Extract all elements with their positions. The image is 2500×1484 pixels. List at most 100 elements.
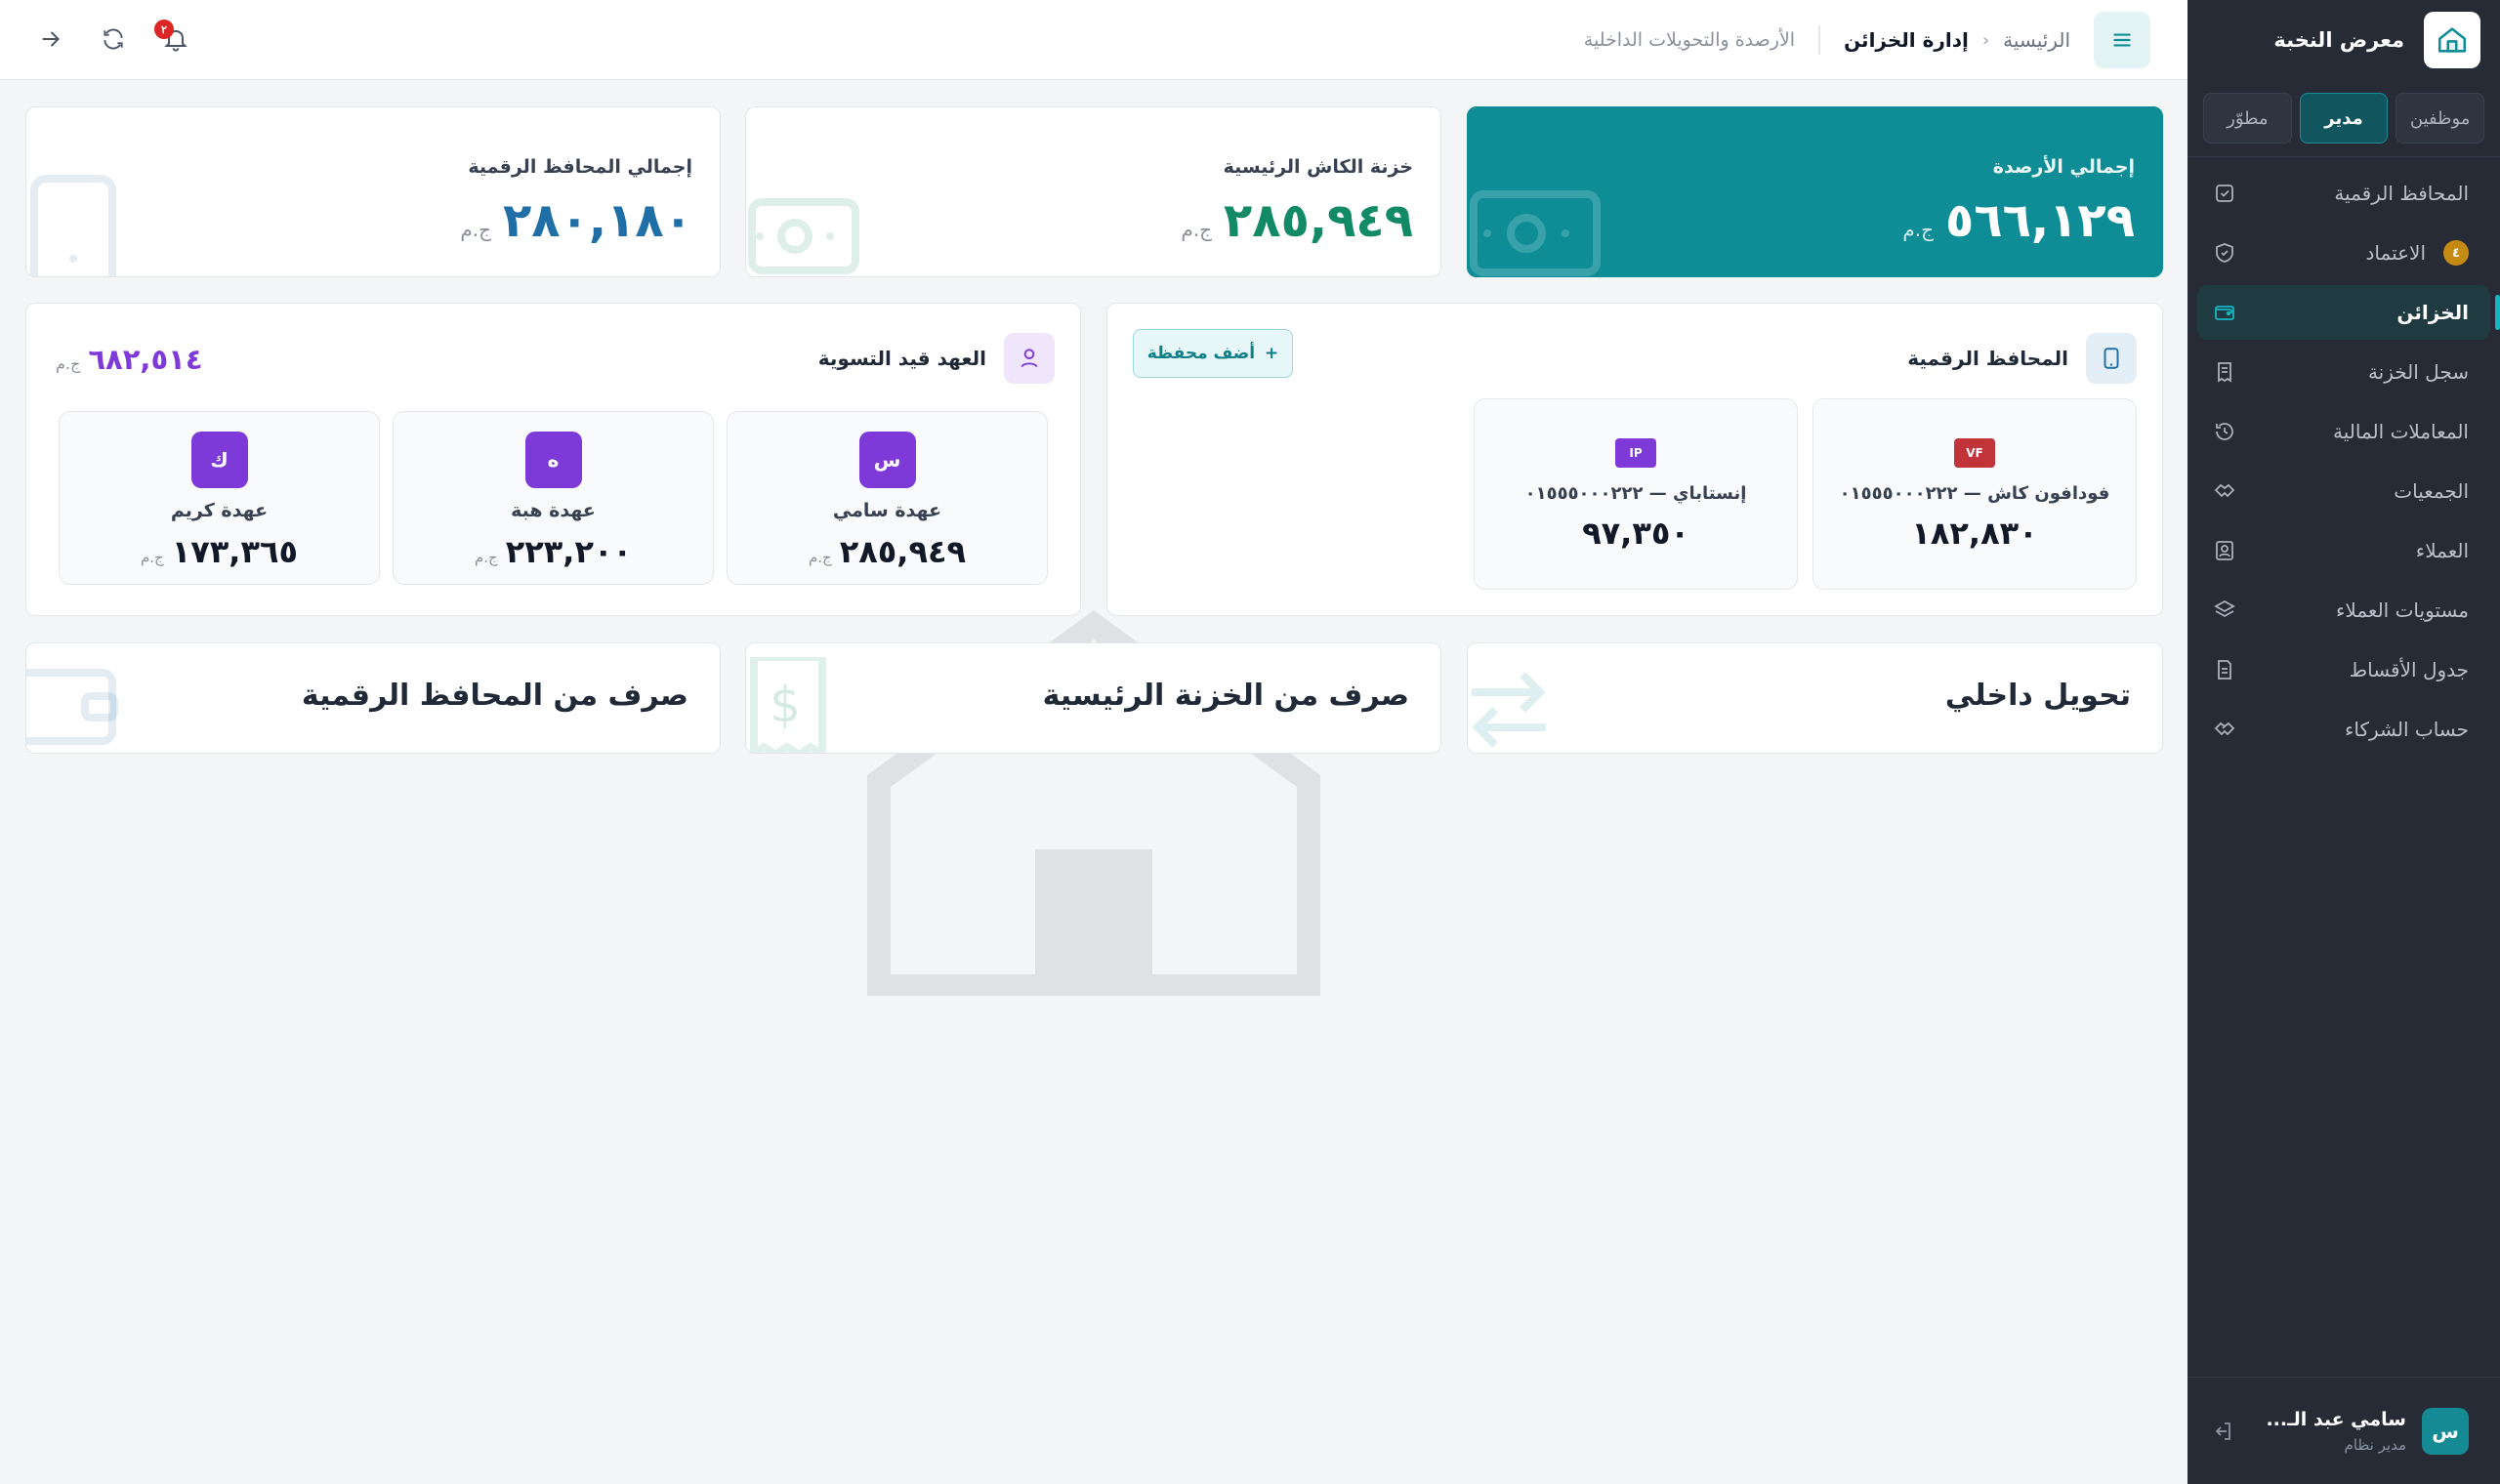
forward-button[interactable]: [29, 18, 72, 61]
sidebar-item-label: جدول الأقساط: [2349, 658, 2469, 681]
role-manager-button[interactable]: مدير: [2299, 93, 2389, 144]
page-subtitle: الأرصدة والتحويلات الداخلية: [1583, 29, 1796, 51]
user-name: سامي عبد الـ...: [2266, 1408, 2406, 1430]
sidebar-item-label: سجل الخزنة: [2367, 360, 2469, 384]
user-info: سامي عبد الـ... مدير نظام: [2250, 1409, 2406, 1454]
digital-wallets-panel: المحافظ الرقمية + أضف محفظة VF فودافون ك…: [1106, 303, 2163, 616]
sidebar-item-safes[interactable]: الخزائن: [2197, 285, 2500, 340]
internal-transfer-button[interactable]: تحويل داخلي: [1467, 642, 2163, 754]
custody-card-sami[interactable]: س عهدة سامي ٢٨٥,٩٤٩ ج.م: [727, 411, 1048, 585]
user-panel: س سامي عبد الـ... مدير نظام: [2188, 1377, 2500, 1484]
notifications-button[interactable]: ٢: [154, 18, 197, 61]
breadcrumb-home[interactable]: الرئيسية: [2003, 28, 2070, 52]
wallet-icon: [2215, 306, 2234, 320]
custody-name: عهدة هبة: [511, 500, 596, 521]
custody-balance-row: ٢٢٣,٢٠٠ ج.م: [394, 533, 713, 570]
sidebar-item-transactions[interactable]: المعاملات المالية: [2197, 404, 2490, 459]
role-employees-button[interactable]: موظفين: [2396, 93, 2484, 144]
custody-total-value: ٦٨٢,٥١٤: [88, 343, 203, 376]
contact-icon: [2216, 541, 2233, 560]
wallet-icon: [26, 669, 118, 745]
arrow-right-icon: [42, 31, 60, 47]
check-square-icon: [2216, 185, 2233, 202]
sidebar-item-associations[interactable]: الجمعيات: [2197, 464, 2490, 518]
wallet-balance: ١٨٢,٨٣٠: [1911, 515, 2038, 552]
plus-icon: +: [1265, 344, 1279, 363]
wallet-card-instapay[interactable]: IP إنستاباي — ٠١٥٥٥٠٠٠٢٢٢ ٩٧,٣٥٠: [1474, 398, 1798, 590]
handshake-icon: [2214, 483, 2235, 498]
custody-name: عهدة كريم: [170, 500, 269, 521]
custody-card-heba[interactable]: ه عهدة هبة ٢٢٣,٢٠٠ ج.م: [393, 411, 714, 585]
stat-value-row: ٢٨٥,٩٤٩ ج.م: [1181, 193, 1413, 248]
sidebar-item-customer-levels[interactable]: مستويات العملاء: [2197, 583, 2490, 638]
stat-value: ٢٨٠,١٨٠: [502, 193, 692, 248]
custody-unit: ج.م: [808, 549, 832, 566]
sidebar-item-approval[interactable]: ٤ الاعتماد: [2197, 226, 2490, 280]
sidebar-item-label: المحافظ الرقمية: [2334, 182, 2469, 205]
house-logo-icon: [2424, 12, 2480, 68]
refresh-icon: [104, 28, 123, 50]
wallet-tag: VF: [1954, 438, 1995, 468]
add-wallet-button[interactable]: + أضف محفظة: [1133, 329, 1293, 378]
sidebar-item-partners[interactable]: حساب الشركاء: [2197, 702, 2490, 757]
total-balance-card: إجمالي الأرصدة ٥٦٦,١٢٩ ج.م: [1467, 106, 2163, 277]
cash-icon: [748, 198, 859, 274]
sidebar-item-label: الاعتماد: [2365, 241, 2427, 265]
svg-text:$: $: [770, 677, 801, 733]
brand-name: معرض النخبة: [2273, 28, 2404, 52]
wallet-name: إنستاباي — ٠١٥٥٥٠٠٠٢٢٢: [1524, 483, 1747, 504]
transfer-arrows-icon: [1472, 672, 1546, 748]
custody-panel: العهد قيد التسوية ٦٨٢,٥١٤ ج.م س عهدة سام…: [25, 303, 1081, 616]
sidebar-item-digital-wallets[interactable]: المحافظ الرقمية: [2197, 166, 2490, 221]
stat-unit: ج.م: [1181, 218, 1212, 241]
menu-toggle-button[interactable]: [2094, 12, 2150, 68]
avatar: ه: [524, 432, 582, 488]
avatar: س: [858, 432, 916, 488]
action-title: صرف من المحافظ الرقمية: [301, 679, 688, 713]
section-header: العهد قيد التسوية: [818, 333, 1055, 384]
sidebar-item-label: الخزائن: [2396, 301, 2469, 324]
sidebar: معرض النخبة موظفين مدير مطوّر المحافظ ال…: [2188, 0, 2500, 1484]
handshake-icon: [2214, 721, 2235, 736]
add-wallet-label: أضف محفظة: [1146, 344, 1256, 363]
role-switcher: موظفين مدير مطوّر: [2202, 93, 2484, 144]
avatar[interactable]: س: [2422, 1407, 2469, 1455]
custody-balance-row: ٢٨٥,٩٤٩ ج.م: [728, 533, 1047, 570]
sidebar-item-customers[interactable]: العملاء: [2197, 523, 2490, 578]
role-developer-button[interactable]: مطوّر: [2202, 93, 2292, 144]
stat-value-row: ٥٦٦,١٢٩ ج.م: [1902, 193, 2135, 248]
refresh-button[interactable]: [92, 18, 135, 61]
digital-wallet-expense-button[interactable]: صرف من المحافظ الرقمية: [25, 642, 721, 754]
user-icon: [1004, 333, 1055, 384]
sidebar-item-installments[interactable]: جدول الأقساط: [2197, 642, 2490, 697]
stat-title: إجمالي المحافظ الرقمية: [468, 156, 692, 178]
chevron-left-icon: ‹: [1981, 29, 1990, 51]
brand[interactable]: معرض النخبة: [2207, 12, 2480, 68]
breadcrumb-current: إدارة الخزائن: [1844, 28, 1969, 52]
user-role: مدير نظام: [2344, 1435, 2406, 1454]
custody-total: ٦٨٢,٥١٤ ج.م: [56, 343, 203, 376]
wallet-card-vodafone[interactable]: VF فودافون كاش — ٠١٥٥٥٠٠٠٢٢٢ ١٨٢,٨٣٠: [1812, 398, 2137, 590]
receipt-icon: [2218, 362, 2231, 383]
action-title: تحويل داخلي: [1944, 679, 2131, 713]
topbar: الرئيسية ‹ إدارة الخزائن الأرصدة والتحوي…: [0, 0, 2188, 80]
logout-icon[interactable]: [2211, 1420, 2234, 1443]
main-safe-expense-button[interactable]: $ صرف من الخزنة الرئيسية: [745, 642, 1441, 754]
sidebar-item-safe-log[interactable]: سجل الخزنة: [2197, 345, 2490, 399]
file-list-icon: [2218, 660, 2231, 680]
section-header: المحافظ الرقمية: [1907, 333, 2137, 384]
sidebar-item-label: مستويات العملاء: [2336, 598, 2469, 622]
cash-icon: [1470, 190, 1601, 276]
sidebar-nav: المحافظ الرقمية ٤ الاعتماد الخزائن سجل ا…: [2197, 166, 2500, 762]
section-title: العهد قيد التسوية: [817, 347, 986, 370]
phone-icon: [2086, 333, 2137, 384]
custody-unit: ج.م: [140, 549, 164, 566]
stat-title: إجمالي الأرصدة: [1992, 156, 2135, 178]
breadcrumb-divider: [1818, 25, 1821, 55]
custody-card-karim[interactable]: ك عهدة كريم ١٧٣,٣٦٥ ج.م: [59, 411, 380, 585]
wallet-name: فودافون كاش — ٠١٥٥٥٠٠٠٢٢٢: [1839, 483, 2110, 504]
stat-value: ٥٦٦,١٢٩: [1944, 193, 2135, 248]
custody-total-unit: ج.م: [56, 354, 81, 373]
breadcrumb: الرئيسية ‹ إدارة الخزائن الأرصدة والتحوي…: [1584, 21, 2070, 59]
custody-balance: ٢٢٣,٢٠٠: [505, 533, 633, 570]
